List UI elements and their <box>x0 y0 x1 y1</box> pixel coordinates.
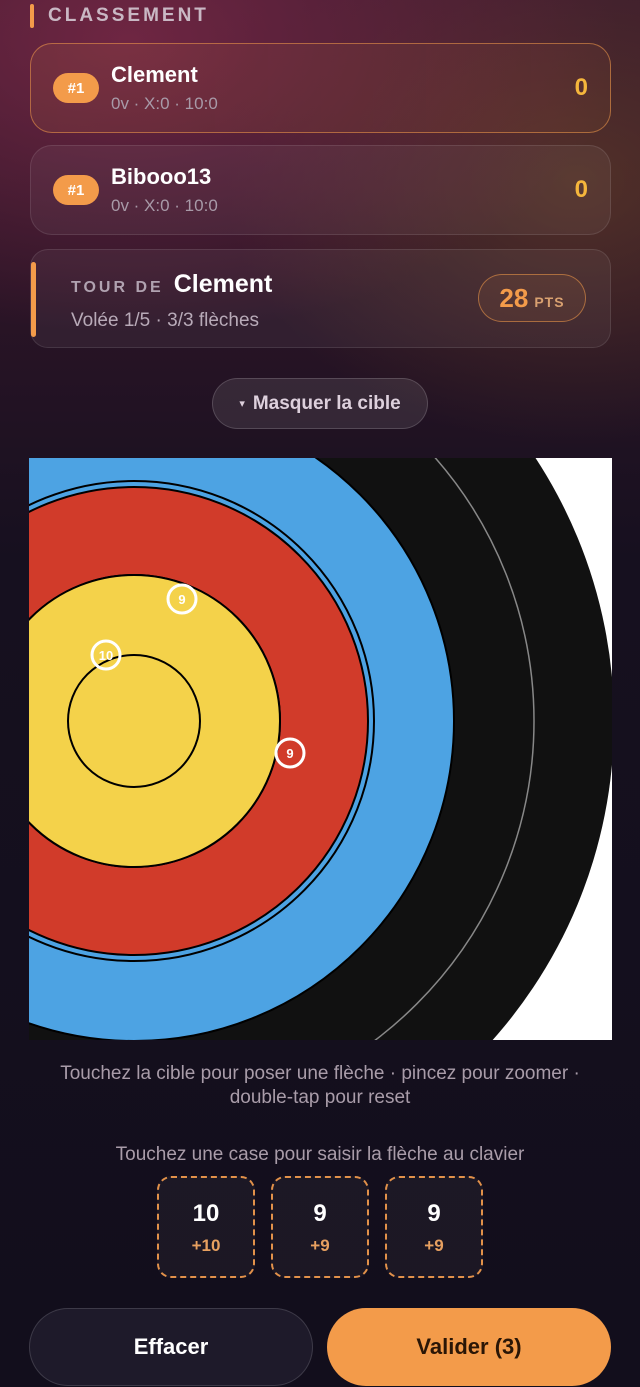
player-score: 0 <box>574 176 588 203</box>
player-info: Bibooo13 0v · X:0 · 10:0 <box>111 164 575 216</box>
turn-detail: Volée 1/5 · 3/3 flèches <box>71 310 260 331</box>
validate-button[interactable]: Valider (3) <box>327 1308 611 1386</box>
archery-target[interactable]: 9 10 9 <box>29 458 612 1040</box>
turn-heading: TOUR DE Clement <box>71 270 272 299</box>
turn-label: TOUR DE <box>71 279 164 296</box>
player-card-clement[interactable]: #1 Clement 0v · X:0 · 10:0 0 <box>30 43 611 133</box>
player-name: Bibooo13 <box>111 164 212 189</box>
turn-points-value: 28 <box>499 283 529 313</box>
arrow-score-slot-3[interactable]: 9 +9 <box>385 1176 483 1278</box>
caret-down-icon: ▾ <box>239 398 245 410</box>
arrow-score-points: +10 <box>191 1236 221 1255</box>
arrow-score-slot-2[interactable]: 9 +9 <box>271 1176 369 1278</box>
player-stats: 0v · X:0 · 10:0 <box>111 94 218 113</box>
arrow-score-points: +9 <box>424 1236 444 1255</box>
arrow-marker-label: 9 <box>178 592 185 607</box>
player-score: 0 <box>574 74 588 101</box>
arrow-marker-label: 9 <box>286 746 293 761</box>
player-stats: 0v · X:0 · 10:0 <box>111 196 218 215</box>
player-info: Clement 0v · X:0 · 10:0 <box>111 62 575 114</box>
rank-badge: #1 <box>53 73 99 103</box>
ranking-title: CLASSEMENT <box>48 5 209 26</box>
keyboard-instructions: Touchez une case pour saisir la flèche a… <box>115 1144 525 1165</box>
turn-points-unit: PTS <box>534 294 565 310</box>
target-instructions: Touchez la cible pour poser une flèche ·… <box>60 1063 580 1108</box>
section-accent-bar <box>30 4 34 28</box>
turn-accent-bar <box>31 262 36 337</box>
player-name: Clement <box>111 62 198 87</box>
hide-target-button[interactable]: ▾ Masquer la cible <box>212 378 428 429</box>
hide-target-label: Masquer la cible <box>252 392 401 414</box>
arrow-score-value: 10 <box>192 1200 220 1227</box>
ranking-header: CLASSEMENT <box>30 4 209 28</box>
arrow-score-points: +9 <box>310 1236 330 1255</box>
arrow-score-value: 9 <box>313 1200 327 1227</box>
clear-button[interactable]: Effacer <box>29 1308 313 1386</box>
player-card-bibooo13[interactable]: #1 Bibooo13 0v · X:0 · 10:0 0 <box>30 145 611 235</box>
arrow-marker-label: 10 <box>99 648 113 663</box>
target-face[interactable]: 9 10 9 <box>29 458 612 1040</box>
arrow-score-value: 9 <box>427 1200 441 1227</box>
arrow-score-slot-1[interactable]: 10 +10 <box>157 1176 255 1278</box>
turn-player-name: Clement <box>173 270 273 298</box>
current-turn-card: TOUR DE Clement Volée 1/5 · 3/3 flèches … <box>30 249 611 348</box>
rank-badge: #1 <box>53 175 99 205</box>
turn-points-badge: 28 PTS <box>478 274 586 322</box>
